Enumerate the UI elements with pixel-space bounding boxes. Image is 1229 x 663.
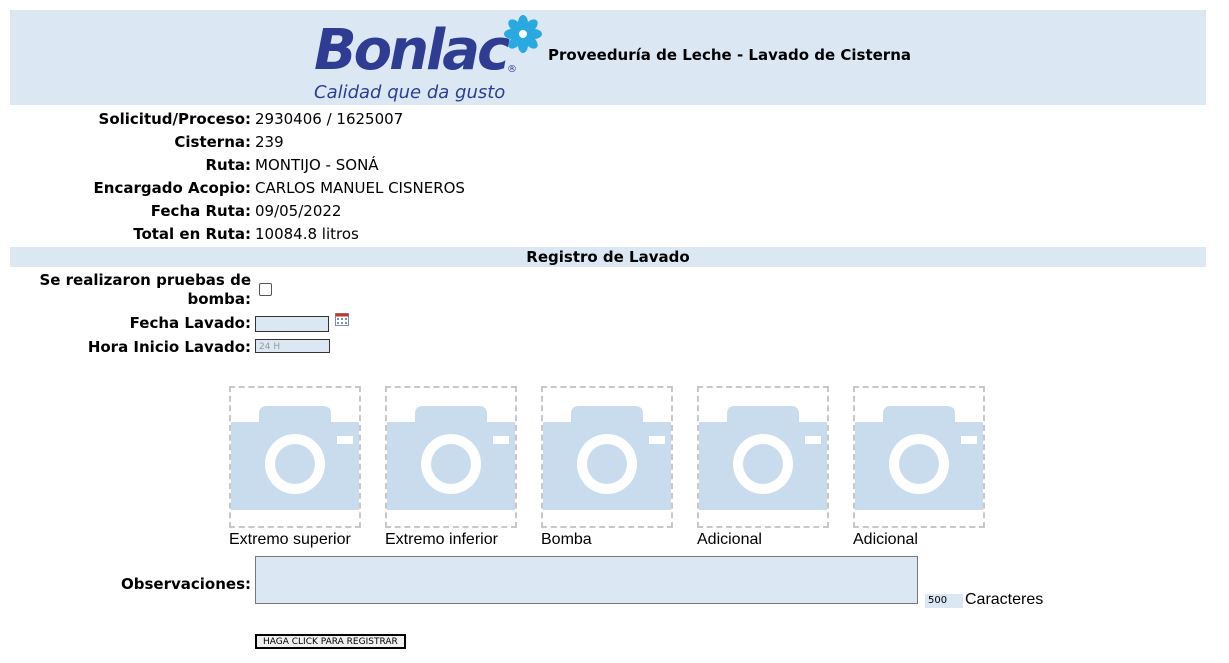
manager-value: CARLOS MANUEL CISNEROS — [255, 179, 465, 197]
request-label: Solicitud/Proceso: — [98, 110, 251, 128]
photo-upload-additional-1[interactable] — [697, 386, 829, 528]
photo-caption-pump: Bomba — [541, 531, 592, 548]
pump-test-label: Se realizaron pruebas de bomba: — [39, 271, 251, 308]
observations-label: Observaciones: — [120, 575, 251, 593]
start-time-label: Hora Inicio Lavado: — [87, 338, 251, 356]
photo-caption-top: Extremo superior — [229, 531, 351, 548]
header-banner: Bonlac ® Calidad que da gusto Proveedurí… — [10, 10, 1206, 105]
flower-logo-icon — [504, 15, 542, 53]
info-row-tank: Cisterna: 239 — [10, 133, 910, 156]
observations-textarea[interactable] — [255, 556, 918, 604]
route-date-label: Fecha Ruta: — [150, 202, 251, 220]
manager-label: Encargado Acopio: — [93, 179, 251, 197]
start-time-input[interactable]: 24 H — [255, 339, 330, 353]
tank-label: Cisterna: — [174, 133, 251, 151]
photo-caption-additional-2: Adicional — [853, 531, 918, 548]
route-value: MONTIJO - SONÁ — [255, 156, 379, 174]
info-row-total: Total en Ruta: 10084.8 litros — [10, 225, 910, 248]
register-button[interactable]: HAGA CLICK PARA REGISTRAR — [255, 634, 406, 649]
photo-caption-additional-1: Adicional — [697, 531, 762, 548]
photo-upload-bottom[interactable] — [385, 386, 517, 528]
tank-value: 239 — [255, 133, 284, 151]
pump-test-checkbox[interactable] — [259, 283, 272, 296]
section-title: Registro de Lavado — [10, 247, 1206, 267]
char-counter: 500 — [925, 594, 963, 608]
request-value: 2930406 / 1625007 — [255, 110, 404, 128]
total-value: 10084.8 litros — [255, 225, 359, 243]
wash-date-input[interactable] — [255, 316, 329, 332]
route-label: Ruta: — [205, 156, 251, 174]
registered-mark: ® — [507, 64, 517, 75]
photo-upload-top[interactable] — [229, 386, 361, 528]
photo-upload-additional-2[interactable] — [853, 386, 985, 528]
total-label: Total en Ruta: — [133, 225, 251, 243]
route-date-value: 09/05/2022 — [255, 202, 342, 220]
brand-logo: Bonlac — [314, 18, 510, 83]
photo-upload-pump[interactable] — [541, 386, 673, 528]
calendar-icon[interactable] — [335, 313, 349, 326]
info-row-request: Solicitud/Proceso: 2930406 / 1625007 — [10, 110, 910, 133]
camera-icon — [387, 406, 515, 510]
camera-icon — [855, 406, 983, 510]
photo-caption-bottom: Extremo inferior — [385, 531, 498, 548]
info-row-route-date: Fecha Ruta: 09/05/2022 — [10, 202, 910, 225]
info-row-manager: Encargado Acopio: CARLOS MANUEL CISNEROS — [10, 179, 910, 202]
camera-icon — [543, 406, 671, 510]
brand-tagline: Calidad que da gusto — [314, 82, 506, 103]
info-row-route: Ruta: MONTIJO - SONÁ — [10, 156, 910, 179]
camera-icon — [699, 406, 827, 510]
camera-icon — [231, 406, 359, 510]
char-counter-label: Caracteres — [965, 591, 1044, 608]
page-title: Proveeduría de Leche - Lavado de Cistern… — [548, 46, 911, 64]
wash-date-label: Fecha Lavado: — [129, 314, 251, 332]
